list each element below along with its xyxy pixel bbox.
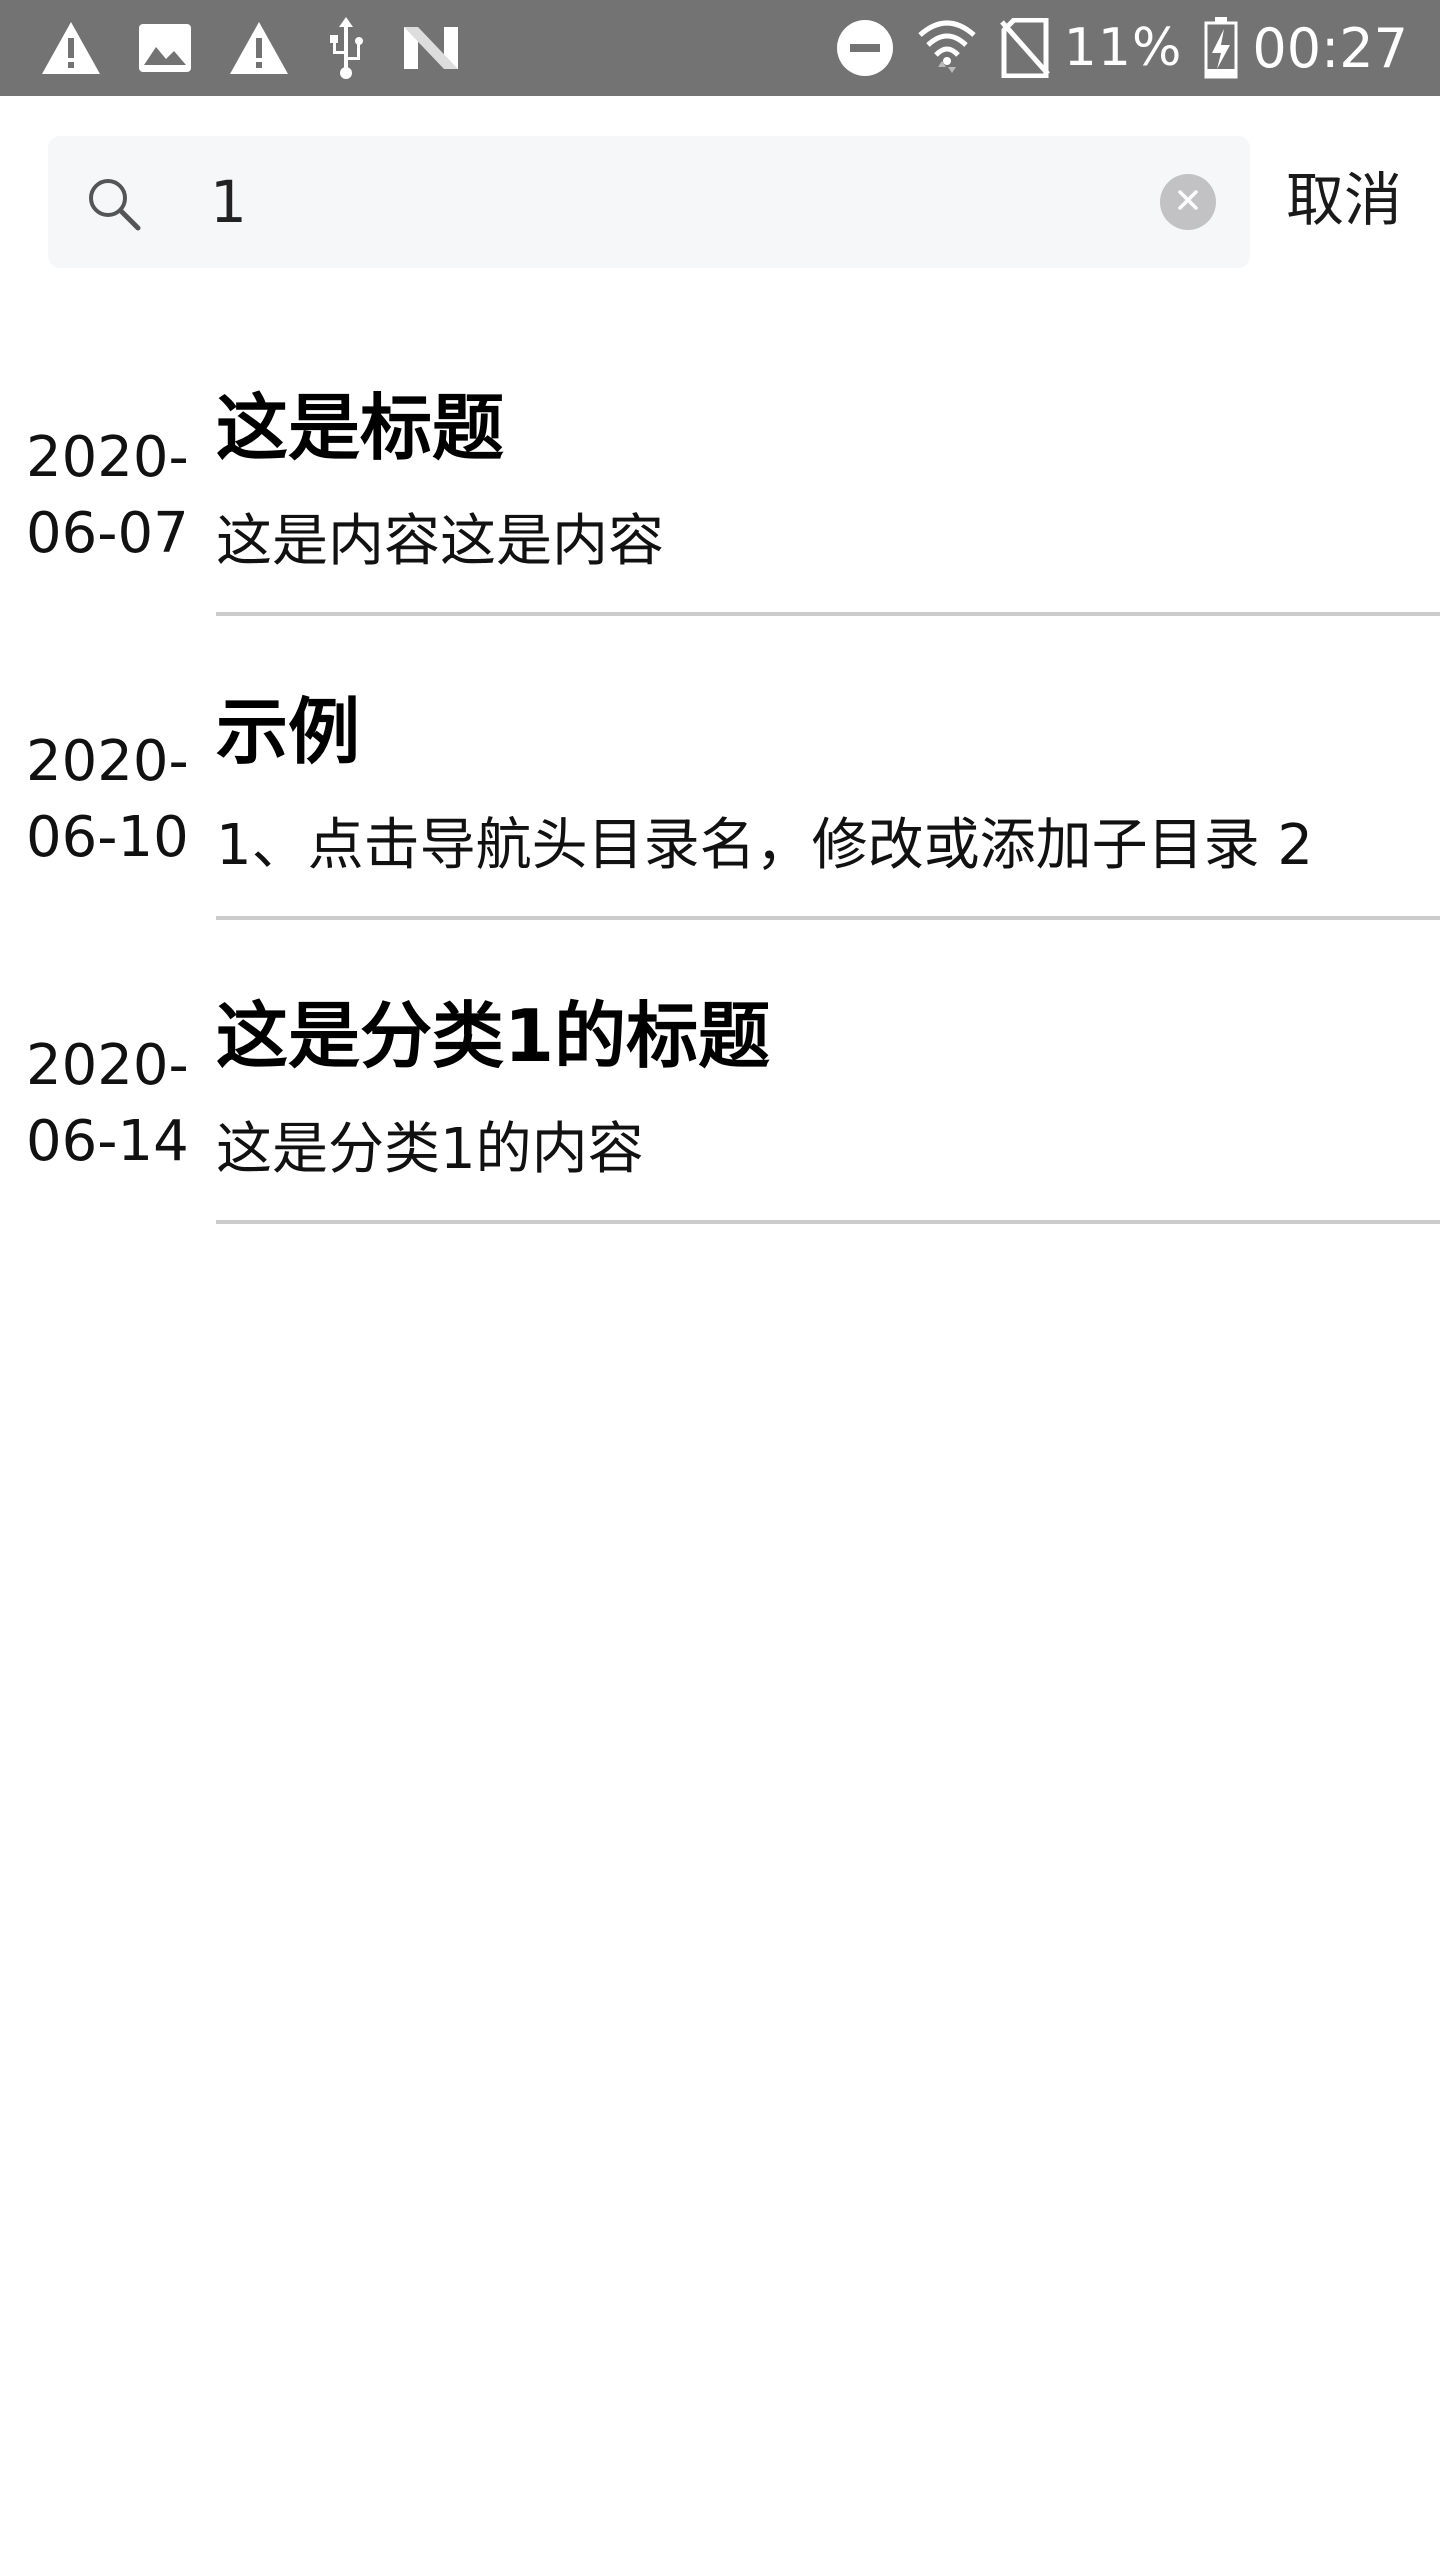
result-date-year: 2020- bbox=[26, 1033, 189, 1098]
clear-search-button[interactable] bbox=[1160, 174, 1216, 230]
search-bar: 取消 bbox=[0, 96, 1440, 316]
list-item[interactable]: 2020- 06-10 示例 1、点击导航头目录名，修改或添加子目录 2 bbox=[0, 664, 1440, 968]
result-date-day: 06-10 bbox=[26, 805, 189, 870]
battery-charging-icon bbox=[1204, 17, 1238, 79]
search-input[interactable] bbox=[160, 158, 1210, 246]
result-date: 2020- 06-07 bbox=[26, 420, 206, 572]
wifi-icon bbox=[916, 17, 978, 79]
result-body: 示例 1、点击导航头目录名，修改或添加子目录 2 bbox=[216, 664, 1440, 920]
result-title: 示例 bbox=[216, 690, 361, 774]
result-date-day: 06-14 bbox=[26, 1109, 189, 1174]
result-date: 2020- 06-14 bbox=[26, 1028, 206, 1180]
usb-icon bbox=[326, 17, 366, 79]
search-icon bbox=[86, 176, 142, 232]
warning-icon bbox=[40, 20, 102, 76]
result-body: 这是标题 这是内容这是内容 bbox=[216, 360, 1440, 616]
status-clock: 00:27 bbox=[1252, 16, 1408, 80]
result-body: 这是分类1的标题 这是分类1的内容 bbox=[216, 968, 1440, 1224]
search-box[interactable] bbox=[48, 136, 1250, 268]
result-date-day: 06-07 bbox=[26, 501, 189, 566]
do-not-disturb-icon bbox=[836, 19, 894, 77]
search-results-list: 2020- 06-07 这是标题 这是内容这是内容 2020- 06-10 示例… bbox=[0, 360, 1440, 1272]
close-icon bbox=[1176, 188, 1200, 216]
no-sim-icon bbox=[999, 18, 1050, 78]
status-bar-right: 11% 00:27 bbox=[814, 17, 1408, 80]
warning-icon bbox=[228, 20, 290, 76]
status-bar-left bbox=[40, 17, 496, 79]
result-date: 2020- 06-10 bbox=[26, 724, 206, 876]
list-item[interactable]: 2020- 06-14 这是分类1的标题 这是分类1的内容 bbox=[0, 968, 1440, 1272]
result-snippet: 这是内容这是内容 bbox=[216, 509, 664, 574]
result-date-year: 2020- bbox=[26, 729, 189, 794]
battery-percent: 11% bbox=[1063, 18, 1183, 78]
list-item[interactable]: 2020- 06-07 这是标题 这是内容这是内容 bbox=[0, 360, 1440, 664]
n-logo-icon bbox=[402, 23, 460, 73]
result-date-year: 2020- bbox=[26, 425, 189, 490]
cancel-button[interactable]: 取消 bbox=[1286, 160, 1402, 240]
result-snippet: 1、点击导航头目录名，修改或添加子目录 2 bbox=[216, 813, 1314, 878]
result-title: 这是分类1的标题 bbox=[216, 994, 771, 1078]
result-snippet: 这是分类1的内容 bbox=[216, 1117, 644, 1182]
image-icon bbox=[138, 23, 192, 73]
result-title: 这是标题 bbox=[216, 386, 505, 470]
status-bar: 11% 00:27 bbox=[0, 0, 1440, 96]
